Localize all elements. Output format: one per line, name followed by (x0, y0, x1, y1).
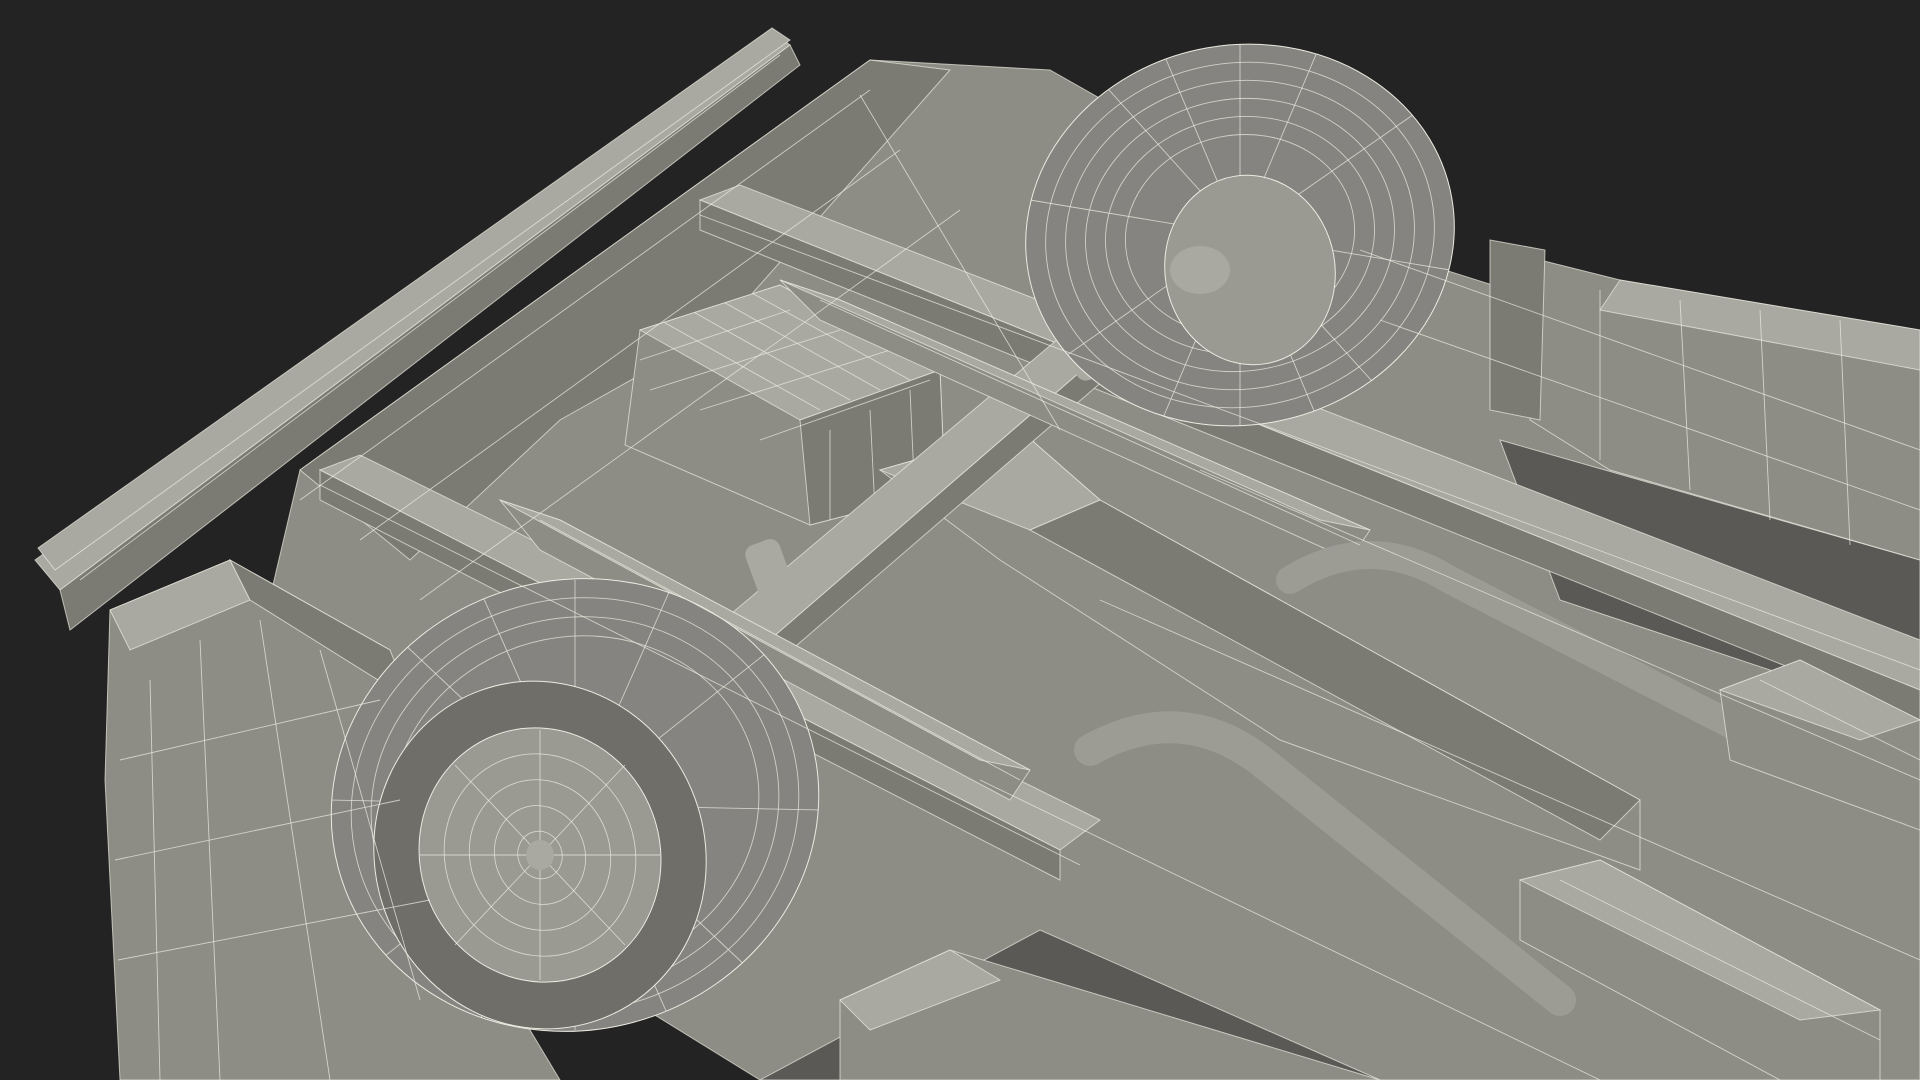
car-underside-render (0, 0, 1920, 1080)
viewport-canvas (0, 0, 1920, 1080)
